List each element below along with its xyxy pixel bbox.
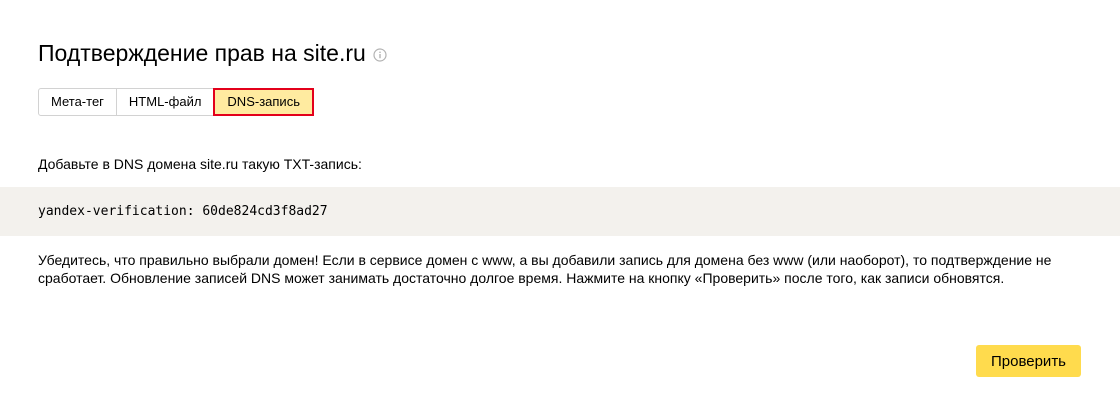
tab-dns-record[interactable]: DNS-запись xyxy=(213,88,314,116)
check-button[interactable]: Проверить xyxy=(976,345,1081,377)
info-circle-icon[interactable] xyxy=(373,48,387,62)
page-title: Подтверждение прав на site.ru xyxy=(38,40,366,66)
dns-instruction: Добавьте в DNS домена site.ru такую TXT-… xyxy=(38,156,362,172)
txt-record-value[interactable]: yandex-verification: 60de824cd3f8ad27 xyxy=(38,204,328,219)
verification-page: Подтверждение прав на site.ru Мета-тег H… xyxy=(0,0,1120,397)
domain-warning: Убедитесь, что правильно выбрали домен! … xyxy=(38,252,1052,286)
title-row: Подтверждение прав на site.ru xyxy=(38,40,387,67)
tab-html-file[interactable]: HTML-файл xyxy=(115,88,215,116)
txt-record-box: yandex-verification: 60de824cd3f8ad27 xyxy=(0,187,1120,236)
tab-meta-tag[interactable]: Мета-тег xyxy=(38,88,117,116)
verification-method-tabs: Мета-тег HTML-файл DNS-запись xyxy=(38,88,314,116)
